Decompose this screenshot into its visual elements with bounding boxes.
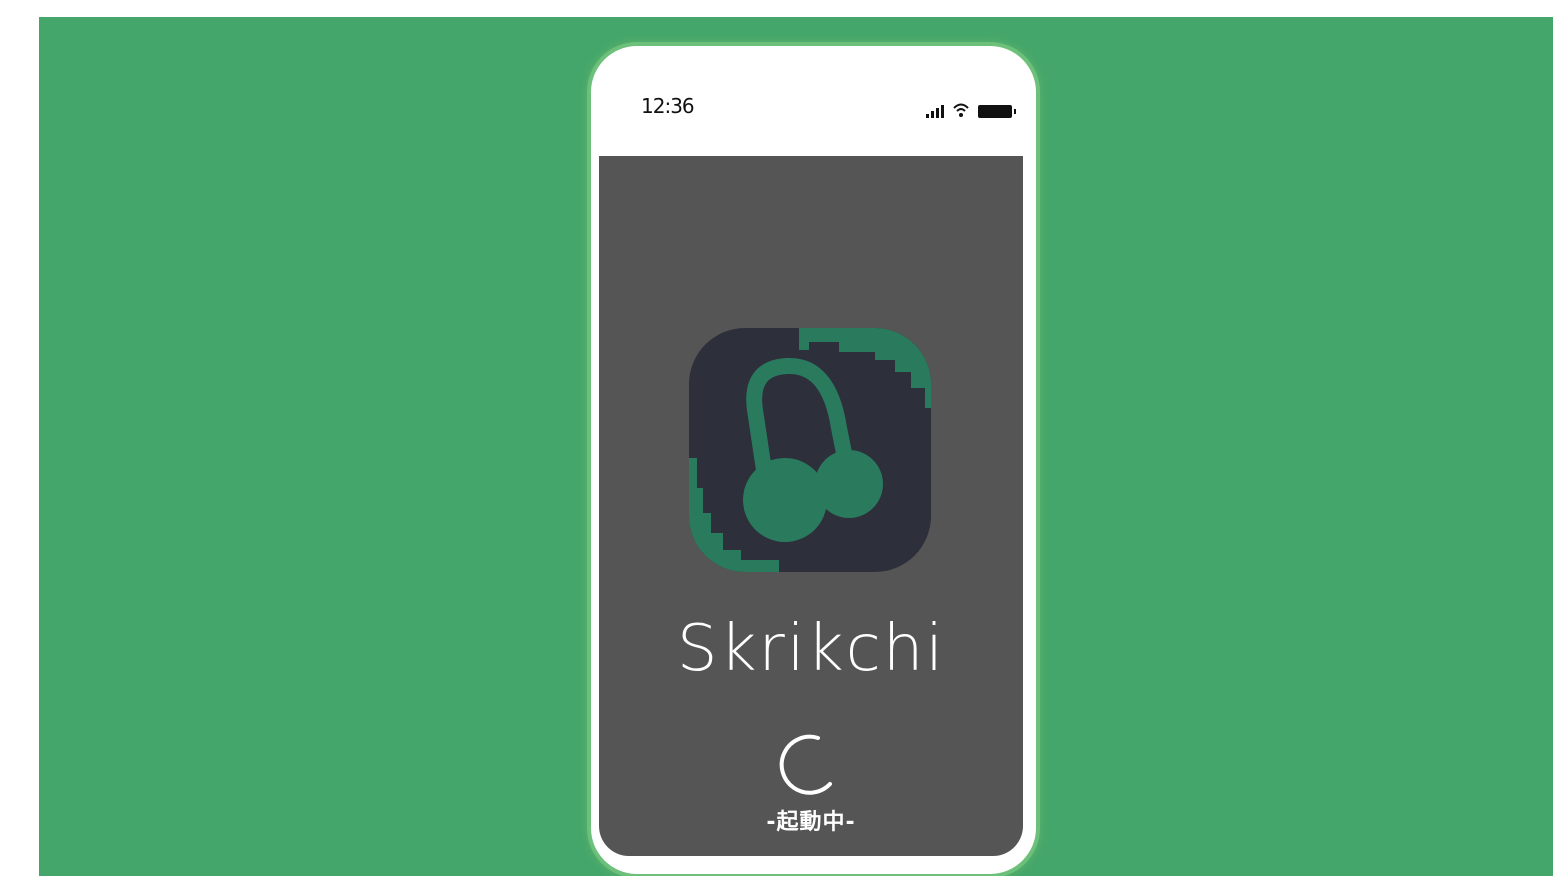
loading-spinner-icon: [779, 734, 832, 795]
status-time: 12:36: [641, 94, 695, 118]
status-icons: [926, 100, 1016, 118]
splash-screen: Skrikchi -起動中-: [599, 156, 1023, 856]
battery-icon: [978, 105, 1016, 118]
background: 12:36 Skrikchi -起動中-: [39, 17, 1553, 876]
wifi-icon: [953, 103, 969, 117]
status-bar: 12:36: [591, 46, 1036, 156]
phone-frame: 12:36 Skrikchi -起動中-: [591, 46, 1036, 874]
cellular-signal-icon: [926, 104, 944, 118]
app-name: Skrikchi: [676, 612, 946, 686]
headphones-icon: [689, 328, 931, 572]
loading-label: -起動中-: [766, 810, 856, 835]
